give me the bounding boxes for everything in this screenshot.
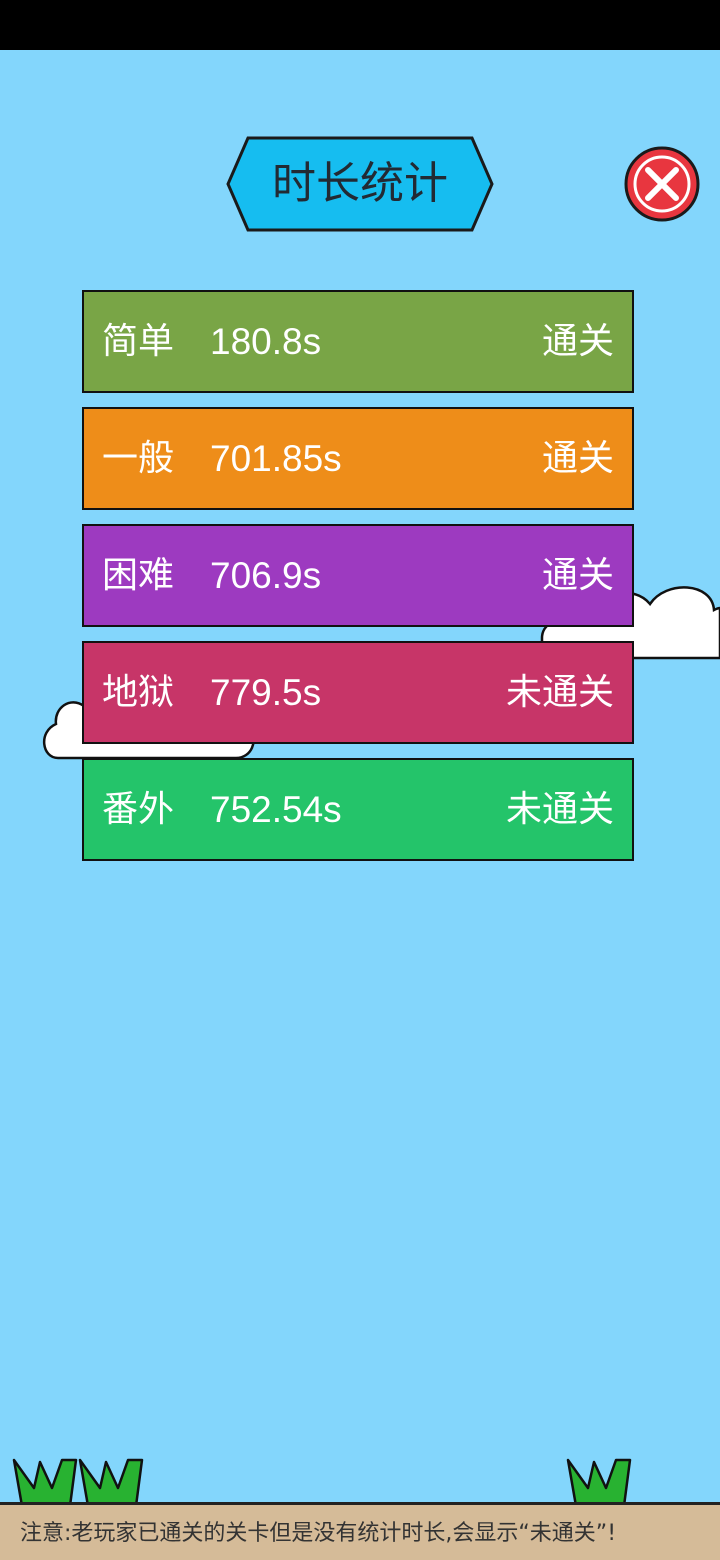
level-time: 180.8s [210, 321, 322, 362]
stat-row-easy: 简单 180.8s 通关 [82, 290, 634, 393]
status-bar [0, 0, 720, 50]
stat-row-extra: 番外 752.54s 未通关 [82, 758, 634, 861]
level-name: 一般 [102, 438, 175, 479]
close-x-icon [624, 146, 700, 222]
title-banner: 时长统计 [226, 136, 494, 232]
level-time: 706.9s [210, 555, 322, 596]
stat-row-hard: 困难 706.9s 通关 [82, 524, 634, 627]
level-status: 通关 [541, 321, 614, 362]
level-name: 困难 [102, 555, 175, 596]
level-time: 701.85s [210, 438, 342, 479]
notice-text: 注意:老玩家已通关的关卡但是没有统计时长,会显示“未通关”! [20, 1521, 617, 1546]
stat-row-normal: 一般 701.85s 通关 [82, 407, 634, 510]
level-time: 779.5s [210, 672, 322, 713]
grass-icon [12, 1458, 78, 1506]
level-status: 通关 [541, 438, 614, 479]
close-button[interactable] [624, 146, 700, 222]
level-status: 未通关 [505, 789, 614, 830]
level-status: 未通关 [505, 672, 614, 713]
level-name: 番外 [102, 789, 175, 830]
stat-row-hell: 地狱 779.5s 未通关 [82, 641, 634, 744]
level-status: 通关 [541, 555, 614, 596]
level-time: 752.54s [210, 789, 342, 830]
level-name: 地狱 [102, 672, 175, 713]
level-name: 简单 [102, 321, 175, 362]
page-title: 时长统计 [272, 158, 448, 209]
grass-icon [566, 1458, 632, 1506]
grass-icon [78, 1458, 144, 1506]
